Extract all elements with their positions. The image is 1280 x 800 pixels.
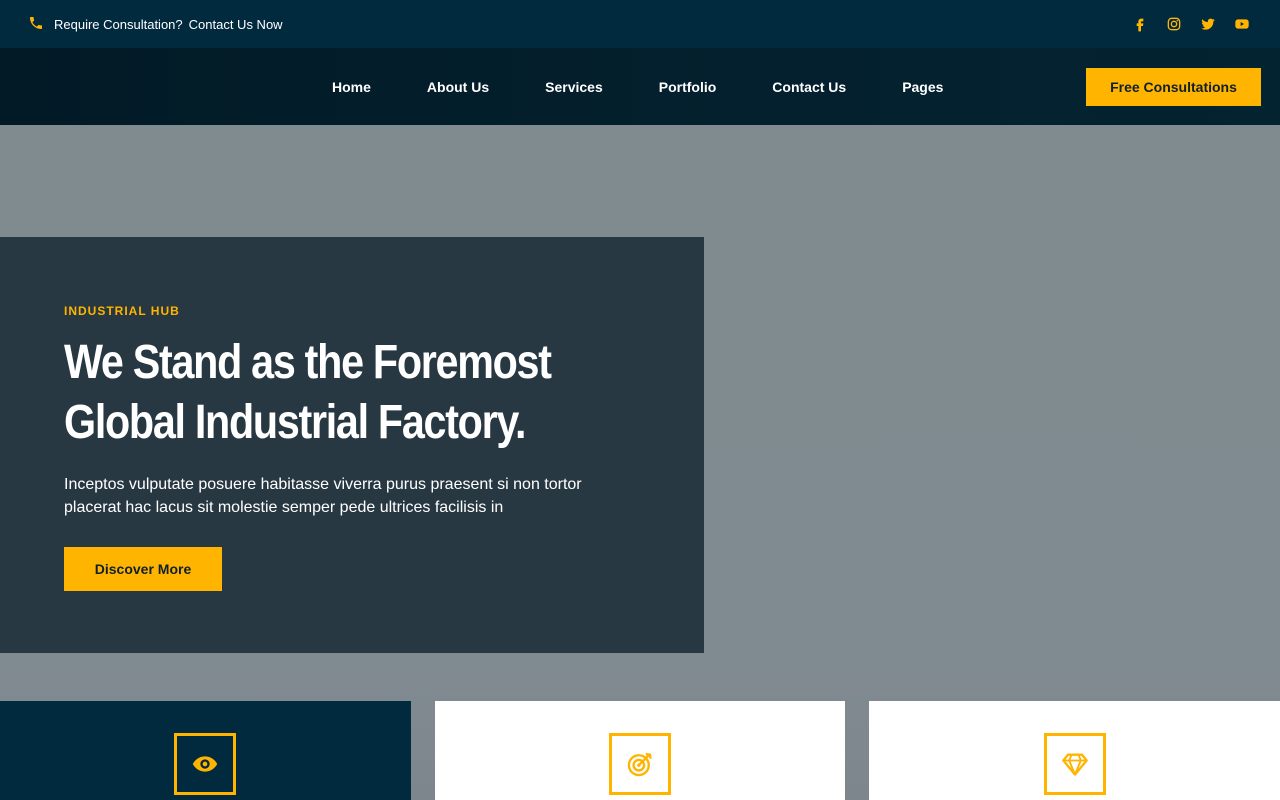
main-navigation: Home About Us Services Portfolio Contact…: [0, 48, 1280, 125]
hero-description: Inceptos vulputate posuere habitasse viv…: [64, 476, 582, 516]
top-bar: Require Consultation? Contact Us Now: [0, 0, 1280, 48]
hero-title: We Stand as the Foremost Global Industri…: [64, 333, 552, 453]
nav-item-pages[interactable]: Pages: [874, 79, 971, 95]
consultation-contact: Require Consultation? Contact Us Now: [28, 15, 283, 34]
phone-icon: [28, 15, 44, 34]
feature-card-vision: [0, 701, 411, 800]
hero-eyebrow: INDUSTRIAL HUB: [64, 304, 180, 318]
target-icon: [609, 733, 671, 795]
nav-menu: Home About Us Services Portfolio Contact…: [304, 48, 971, 125]
twitter-icon[interactable]: [1200, 16, 1216, 32]
nav-item-about-us[interactable]: About Us: [399, 79, 517, 95]
instagram-icon[interactable]: [1166, 16, 1182, 32]
nav-item-contact-us[interactable]: Contact Us: [744, 79, 874, 95]
social-links: [1132, 16, 1250, 32]
contact-us-link[interactable]: Contact Us Now: [189, 17, 283, 32]
discover-more-button[interactable]: Discover More: [64, 547, 222, 591]
consultation-prompt: Require Consultation?: [54, 16, 183, 32]
feature-card-mission: [435, 701, 845, 800]
nav-item-services[interactable]: Services: [517, 79, 631, 95]
hero-title-line-2: Global Industrial Factory.: [64, 396, 526, 449]
youtube-icon[interactable]: [1234, 16, 1250, 32]
feature-card-values: [869, 701, 1280, 800]
nav-item-portfolio[interactable]: Portfolio: [631, 79, 745, 95]
free-consultations-button[interactable]: Free Consultations: [1086, 68, 1261, 106]
hero-title-line-1: We Stand as the Foremost: [64, 336, 552, 389]
diamond-icon: [1044, 733, 1106, 795]
eye-icon: [174, 733, 236, 795]
facebook-icon[interactable]: [1132, 16, 1148, 32]
hero-content-box: INDUSTRIAL HUB We Stand as the Foremost …: [0, 237, 704, 653]
nav-item-home[interactable]: Home: [304, 79, 399, 95]
